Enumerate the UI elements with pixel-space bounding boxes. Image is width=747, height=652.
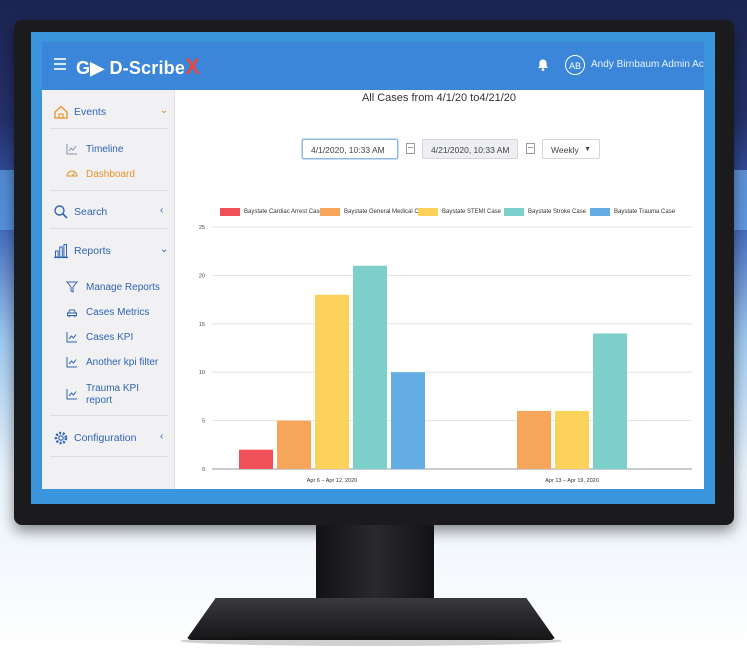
- chevron-left-icon: ‹: [160, 431, 164, 442]
- sidebar-item-label: Configuration: [74, 432, 137, 444]
- page-title: All Cases from 4/1/20 to4/21/20: [361, 92, 517, 104]
- bar: [353, 265, 387, 469]
- legend-swatch: [504, 208, 524, 216]
- bar: [315, 294, 349, 469]
- calendar-icon[interactable]: [526, 143, 535, 154]
- y-tick-label: 5: [202, 419, 205, 425]
- chevron-down-icon: ⌄: [160, 244, 169, 255]
- divider: [50, 456, 168, 457]
- bar: [555, 410, 589, 469]
- avatar[interactable]: AB: [565, 55, 585, 75]
- divider: [50, 190, 168, 191]
- bar: [593, 333, 627, 469]
- legend-label: Baystate Stroke Case: [528, 209, 587, 215]
- sidebar-item-label: report: [86, 395, 113, 406]
- gear-icon: [54, 431, 68, 445]
- sidebar-item-label: Another kpi filter: [86, 357, 159, 368]
- legend-swatch: [220, 208, 240, 216]
- logo-text: G▶ D-Scribe: [76, 58, 186, 78]
- dashboard-icon: [66, 170, 78, 177]
- home-icon: [54, 105, 68, 119]
- y-tick-label: 15: [199, 322, 205, 328]
- dropdown-arrow-icon: ▼: [584, 146, 591, 153]
- chevron-down-icon: ⌄: [160, 105, 169, 116]
- bar: [391, 372, 425, 469]
- monitor-base: [186, 598, 556, 640]
- app-screen: G▶ D-ScribeX AB Andy Birnbaum Admin Acco…: [42, 42, 704, 489]
- legend-label: Baystate Trauma Case: [614, 209, 676, 215]
- monitor-neck: [316, 525, 434, 605]
- sidebar-item-label: Events: [74, 106, 107, 118]
- legend-swatch: [320, 208, 340, 216]
- monitor-base-shadow: [180, 636, 562, 646]
- sidebar-item-label: Dashboard: [86, 169, 135, 180]
- interval-select[interactable]: Weekly ▼: [542, 139, 600, 159]
- bar: [239, 449, 273, 469]
- bell-icon[interactable]: [536, 58, 550, 72]
- start-date-field[interactable]: 4/1/2020, 10:33 AM: [302, 139, 398, 159]
- x-tick-label: Apr 6 – Apr 12, 2020: [307, 478, 357, 484]
- y-tick-label: 0: [202, 467, 205, 473]
- y-tick-label: 10: [199, 370, 205, 376]
- divider: [50, 228, 168, 229]
- sidebar-item-label: Timeline: [86, 144, 124, 155]
- legend-swatch: [590, 208, 610, 216]
- sidebar: Events ⌄ Timeline Dashboard Search ‹ Rep…: [42, 90, 175, 489]
- y-tick-label: 25: [199, 225, 205, 231]
- sidebar-item-label: Trauma KPI: [86, 383, 139, 394]
- end-date-field[interactable]: 4/21/2020, 10:33 AM: [422, 139, 518, 159]
- sidebar-item-label: Cases Metrics: [86, 307, 150, 318]
- filter-icon: [66, 281, 78, 293]
- timeline-icon: [66, 144, 77, 155]
- divider: [50, 128, 168, 129]
- legend-swatch: [418, 208, 438, 216]
- trend-icon: [66, 332, 77, 343]
- sidebar-item-label: Cases KPI: [86, 332, 134, 343]
- user-name[interactable]: Andy Birnbaum Admin Account: [591, 59, 704, 70]
- chevron-left-icon: ‹: [160, 205, 164, 216]
- legend-label: Baystate Cardiac Arrest Case: [244, 209, 323, 215]
- top-bar: G▶ D-ScribeX AB Andy Birnbaum Admin Acco…: [42, 42, 704, 90]
- car-icon: [67, 309, 77, 317]
- sidebar-item-label: Search: [74, 206, 108, 218]
- sidebar-item-trauma-kpi-report[interactable]: Trauma KPI report: [42, 382, 174, 410]
- y-tick-label: 20: [199, 273, 205, 279]
- sidebar-item-label: Reports: [74, 245, 111, 257]
- search-icon: [54, 205, 68, 219]
- app-logo[interactable]: G▶ D-ScribeX: [76, 54, 200, 80]
- divider: [50, 415, 168, 416]
- bar-chart: 0 5 10 15 20 25 Apr 6 – Apr 12, 2020 Apr 13 – A…: [199, 225, 692, 484]
- trend-icon: [66, 357, 77, 368]
- logo-x: X: [185, 54, 200, 79]
- bar-chart-icon: [54, 244, 68, 259]
- x-tick-label: Apr 13 – Apr 19, 2020: [545, 478, 599, 484]
- menu-icon[interactable]: [54, 58, 66, 70]
- bar: [517, 410, 551, 469]
- interval-select-value: Weekly: [551, 145, 579, 155]
- legend-label: Baystate General Medical Case: [344, 209, 429, 215]
- calendar-icon[interactable]: [406, 143, 415, 154]
- sidebar-item-label: Manage Reports: [86, 282, 160, 293]
- trend-icon: [66, 389, 77, 400]
- legend-label: Baystate STEMI Case: [442, 209, 502, 215]
- bar: [277, 420, 311, 469]
